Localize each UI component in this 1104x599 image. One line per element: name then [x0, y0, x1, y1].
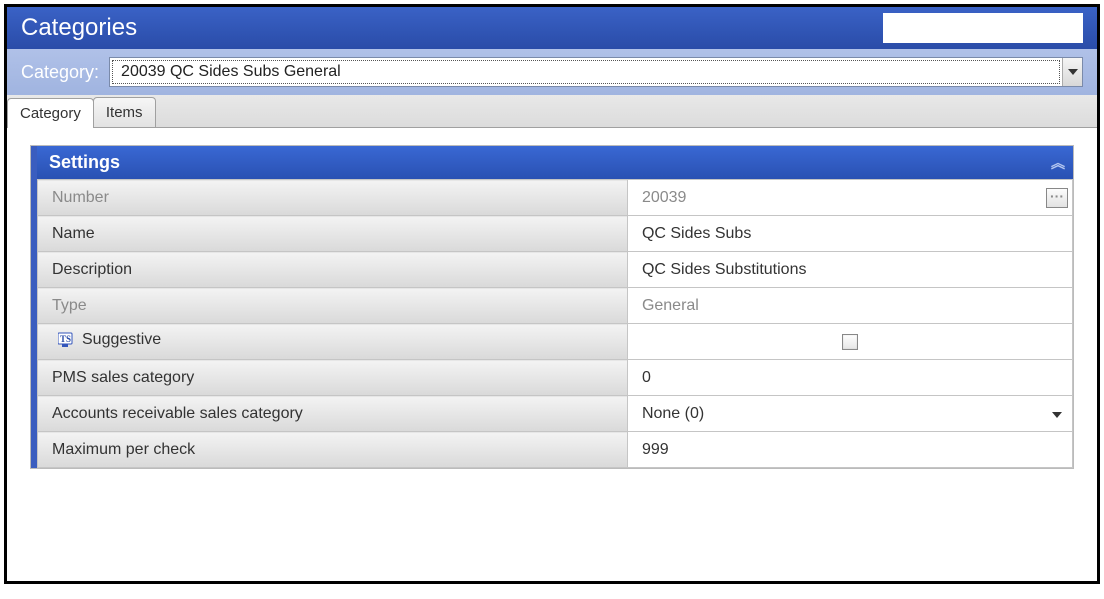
type-label: Type [38, 288, 628, 324]
chevron-down-icon [1068, 69, 1078, 75]
row-pms: PMS sales category 0 [38, 360, 1073, 396]
category-dropdown-button[interactable] [1062, 58, 1082, 86]
name-label: Name [38, 216, 628, 252]
tab-items[interactable]: Items [93, 97, 156, 127]
tab-category[interactable]: Category [7, 98, 94, 128]
ar-value[interactable]: None (0) [627, 396, 1072, 432]
title-search-box[interactable] [883, 13, 1083, 43]
ts-icon: TS [58, 332, 78, 348]
row-name: Name QC Sides Subs [38, 216, 1073, 252]
row-type: Type General [38, 288, 1073, 324]
suggestive-value[interactable] [627, 324, 1072, 360]
max-value[interactable]: 999 [627, 432, 1072, 468]
row-suggestive: TS Suggestive [38, 324, 1073, 360]
ar-label: Accounts receivable sales category [38, 396, 628, 432]
number-value: 20039 ··· [627, 180, 1072, 216]
type-value: General [627, 288, 1072, 324]
category-select[interactable]: 20039 QC Sides Subs General [109, 57, 1083, 87]
suggestive-text: Suggestive [82, 331, 161, 349]
collapse-icon: ︽ [1051, 153, 1061, 173]
ar-text: None (0) [642, 405, 704, 422]
suggestive-label: TS Suggestive [38, 324, 628, 360]
name-value[interactable]: QC Sides Subs [627, 216, 1072, 252]
content-area: Settings ︽ Number 20039 ··· Name QC Side… [7, 128, 1097, 486]
row-description: Description QC Sides Substitutions [38, 252, 1073, 288]
row-ar: Accounts receivable sales category None … [38, 396, 1073, 432]
chevron-down-icon [1052, 412, 1062, 418]
number-browse-button[interactable]: ··· [1046, 188, 1068, 208]
pms-label: PMS sales category [38, 360, 628, 396]
category-select-value: 20039 QC Sides Subs General [112, 60, 1060, 84]
row-max-per-check: Maximum per check 999 [38, 432, 1073, 468]
max-label: Maximum per check [38, 432, 628, 468]
svg-text:TS: TS [60, 334, 71, 344]
suggestive-checkbox[interactable] [842, 334, 858, 350]
page-title: Categories [21, 14, 137, 42]
category-label: Category: [21, 62, 99, 83]
description-value[interactable]: QC Sides Substitutions [627, 252, 1072, 288]
number-text: 20039 [642, 189, 687, 206]
tabs: Category Items [7, 95, 1097, 128]
settings-panel: Settings ︽ Number 20039 ··· Name QC Side… [31, 146, 1073, 468]
category-bar: Category: 20039 QC Sides Subs General [7, 49, 1097, 95]
title-bar: Categories [7, 7, 1097, 49]
settings-panel-header[interactable]: Settings ︽ [37, 146, 1073, 179]
row-number: Number 20039 ··· [38, 180, 1073, 216]
pms-value[interactable]: 0 [627, 360, 1072, 396]
settings-grid: Number 20039 ··· Name QC Sides Subs Desc… [37, 179, 1073, 468]
number-label: Number [38, 180, 628, 216]
window: Categories Category: 20039 QC Sides Subs… [4, 4, 1100, 584]
description-label: Description [38, 252, 628, 288]
ar-dropdown-button[interactable] [1052, 405, 1062, 423]
settings-panel-title: Settings [49, 152, 120, 173]
